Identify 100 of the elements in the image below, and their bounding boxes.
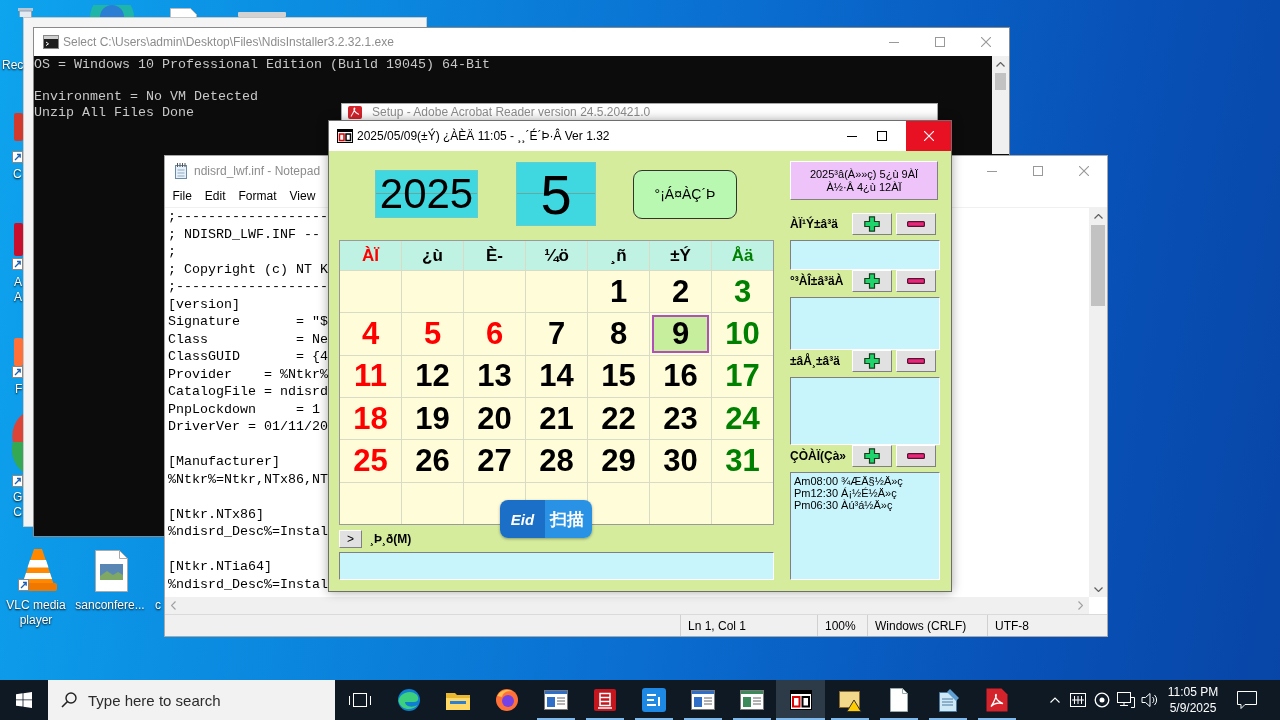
event-list[interactable]: Am08:00 ¾ÆÄ§½Ä»ç Pm12:30 Á¡½É½Ä»ç Pm06:30 Àú³á½Ä»ç (790, 472, 940, 580)
scan-button[interactable]: Eid 扫描 (500, 500, 592, 538)
section-label: ÇÒÀÏ(Çà» (790, 449, 847, 463)
remove-button[interactable] (896, 270, 936, 292)
event-list[interactable] (790, 377, 940, 445)
vertical-scrollbar[interactable] (1089, 208, 1107, 597)
add-button[interactable] (852, 445, 892, 467)
status-text: Windows (CRLF) (875, 618, 967, 633)
vertical-scrollbar[interactable] (992, 56, 1009, 154)
day-cell[interactable]: 5 (402, 313, 463, 355)
day-cell[interactable]: 23 (650, 398, 711, 440)
day-cell[interactable]: 26 (402, 440, 463, 482)
day-cell[interactable]: 21 (526, 398, 587, 440)
day-cell[interactable]: 7 (526, 313, 587, 355)
menu-item[interactable]: View (283, 189, 322, 204)
code-line: Class = Ne (168, 330, 328, 348)
ring-icon[interactable] (1094, 692, 1110, 708)
maximize-icon (935, 37, 945, 47)
code-line: Provider = %Ntkr% (168, 365, 328, 383)
code-line: ; NDISRD_LWF.INF -- (168, 225, 320, 243)
day-cell[interactable]: 3 (712, 271, 773, 313)
icon-label: F (15, 382, 23, 397)
day-cell[interactable]: 16 (650, 355, 711, 397)
add-button[interactable] (852, 213, 892, 235)
day-cell[interactable]: 6 (464, 313, 525, 355)
day-cell[interactable]: 17 (712, 355, 773, 397)
memo-field[interactable] (339, 552, 774, 580)
day-cell[interactable]: 11 (340, 355, 401, 397)
minus-icon (907, 278, 925, 284)
calendar-cell (464, 271, 525, 313)
remove-button[interactable] (896, 213, 936, 235)
day-cell[interactable]: 20 (464, 398, 525, 440)
day-cell[interactable]: 30 (650, 440, 711, 482)
day-cell[interactable]: 12 (402, 355, 463, 397)
console-line: OS = Windows 10 Professional Edition (Build 19045) 64-Bit (34, 57, 490, 73)
calendar-icon (337, 129, 353, 143)
clock[interactable]: 11:05 PM 5/9/2025 (1162, 680, 1224, 720)
menu-item[interactable]: File (166, 189, 199, 204)
network-icon[interactable] (1117, 692, 1135, 708)
remove-button[interactable] (896, 445, 936, 467)
app-icon (90, 5, 134, 17)
event-list[interactable] (790, 297, 940, 350)
search-field[interactable]: Type here to search (48, 680, 335, 720)
window-title: ndisrd_lwf.inf - Notepad (194, 164, 321, 178)
menu-item[interactable]: Edit (198, 189, 233, 204)
day-cell[interactable]: 9 (650, 313, 711, 355)
day-cell[interactable]: 10 (712, 313, 773, 355)
day-cell[interactable]: 24 (712, 398, 773, 440)
remove-button[interactable] (896, 350, 936, 372)
day-cell[interactable]: 14 (526, 355, 587, 397)
code-line: ; Copyright (c) NT K (168, 260, 328, 278)
folder-icon (445, 690, 470, 710)
add-button[interactable] (852, 270, 892, 292)
day-cell[interactable]: 27 (464, 440, 525, 482)
section-label: °³ÀÎ±â³äÀ (790, 274, 845, 288)
menu-item[interactable]: Format (232, 189, 284, 204)
day-cell[interactable]: 2 (650, 271, 711, 313)
chevron-right-icon (1078, 601, 1083, 610)
day-cell[interactable]: 25 (340, 440, 401, 482)
event-entry[interactable]: Pm06:30 Àú³á½Ä»ç (794, 499, 893, 511)
code-line: %ndisrd_Desc%=Instal (168, 575, 328, 593)
installer-warning-icon (837, 688, 862, 712)
taskbar-button[interactable] (776, 680, 825, 720)
notepad-icon (174, 163, 188, 179)
day-cell[interactable]: 4 (340, 313, 401, 355)
app-window-icon (690, 690, 715, 710)
keyboard-layout-icon[interactable] (1070, 693, 1086, 707)
day-cell[interactable]: 1 (588, 271, 649, 313)
browser-icon (396, 688, 421, 712)
maximize-icon (1033, 166, 1043, 176)
day-cell[interactable]: 8 (588, 313, 649, 355)
day-cell[interactable]: 22 (588, 398, 649, 440)
event-entry[interactable]: Pm12:30 Á¡½É½Ä»ç (794, 487, 897, 499)
day-cell[interactable]: 29 (588, 440, 649, 482)
volume-icon[interactable] (1141, 692, 1159, 708)
scrollbar-thumb[interactable] (995, 73, 1006, 90)
day-cell[interactable]: 28 (526, 440, 587, 482)
year-display: 2025 (375, 170, 478, 218)
day-cell[interactable]: 15 (588, 355, 649, 397)
icon-label: G C (13, 490, 23, 520)
day-cell[interactable]: 31 (712, 440, 773, 482)
plus-icon (864, 353, 880, 369)
event-entry[interactable]: Am08:00 ¾ÆÄ§½Ä»ç (794, 475, 903, 487)
event-list[interactable] (790, 240, 940, 270)
day-cell[interactable]: 18 (340, 398, 401, 440)
icon-label: A A (14, 275, 22, 305)
code-line: CatalogFile = ndisrd (168, 383, 328, 401)
scrollbar-thumb[interactable] (1091, 225, 1105, 306)
icon-label: C (13, 167, 22, 182)
horizontal-scrollbar[interactable] (165, 597, 1089, 614)
task-view-icon (348, 692, 371, 708)
code-line: DriverVer = 01/11/20 (168, 418, 328, 436)
day-cell[interactable]: 19 (402, 398, 463, 440)
window-title: Select C:\Users\admin\Desktop\Files\NdisInstaller3.2.32.1.exe (63, 35, 394, 49)
code-line: ;------------------- (168, 278, 328, 296)
day-cell[interactable]: 13 (464, 355, 525, 397)
add-button[interactable] (852, 350, 892, 372)
month-theme-button[interactable]: °¡Á¤ÀÇ´Þ (633, 169, 737, 219)
memo-toggle-button[interactable]: > (339, 530, 362, 548)
month-display: 5 (516, 162, 596, 226)
